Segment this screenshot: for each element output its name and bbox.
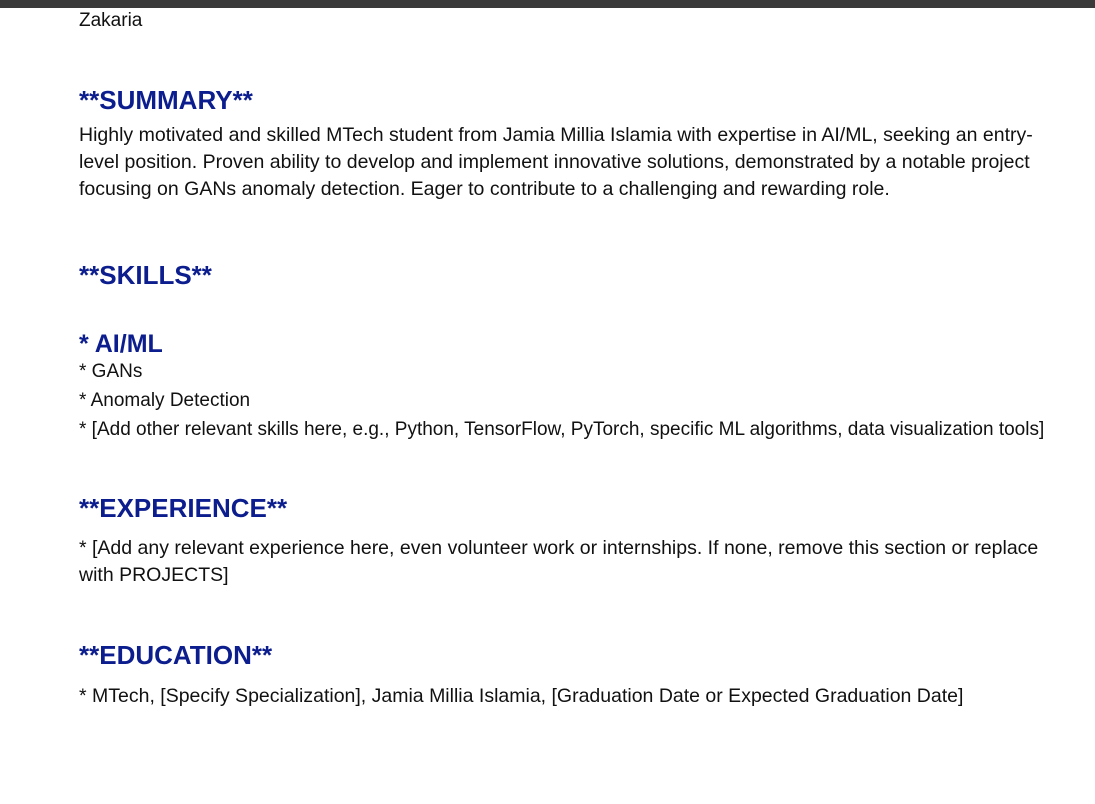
education-text: * MTech, [Specify Specialization], Jamia…	[79, 685, 964, 707]
window-top-bar	[0, 0, 1095, 8]
experience-text: * [Add any relevant experience here, eve…	[79, 537, 1039, 586]
summary-text: Highly motivated and skilled MTech stude…	[79, 124, 1033, 200]
skill-item: * Anomaly Detection	[79, 390, 251, 411]
skills-heading: **SKILLS**	[79, 260, 212, 290]
summary-heading: **SUMMARY**	[79, 85, 253, 115]
experience-heading: **EXPERIENCE**	[79, 493, 288, 523]
skills-list: * GANs * Anomaly Detection * [Add other …	[79, 357, 1069, 444]
education-heading: **EDUCATION**	[79, 640, 273, 670]
skill-item: * [Add other relevant skills here, e.g.,…	[79, 419, 1045, 440]
resume-document: Zakaria **SUMMARY** Highly motivated and…	[79, 8, 1069, 710]
candidate-name: Zakaria	[79, 10, 143, 31]
skills-category-aiml: * AI/ML	[79, 330, 163, 358]
skill-item: * GANs	[79, 361, 143, 382]
